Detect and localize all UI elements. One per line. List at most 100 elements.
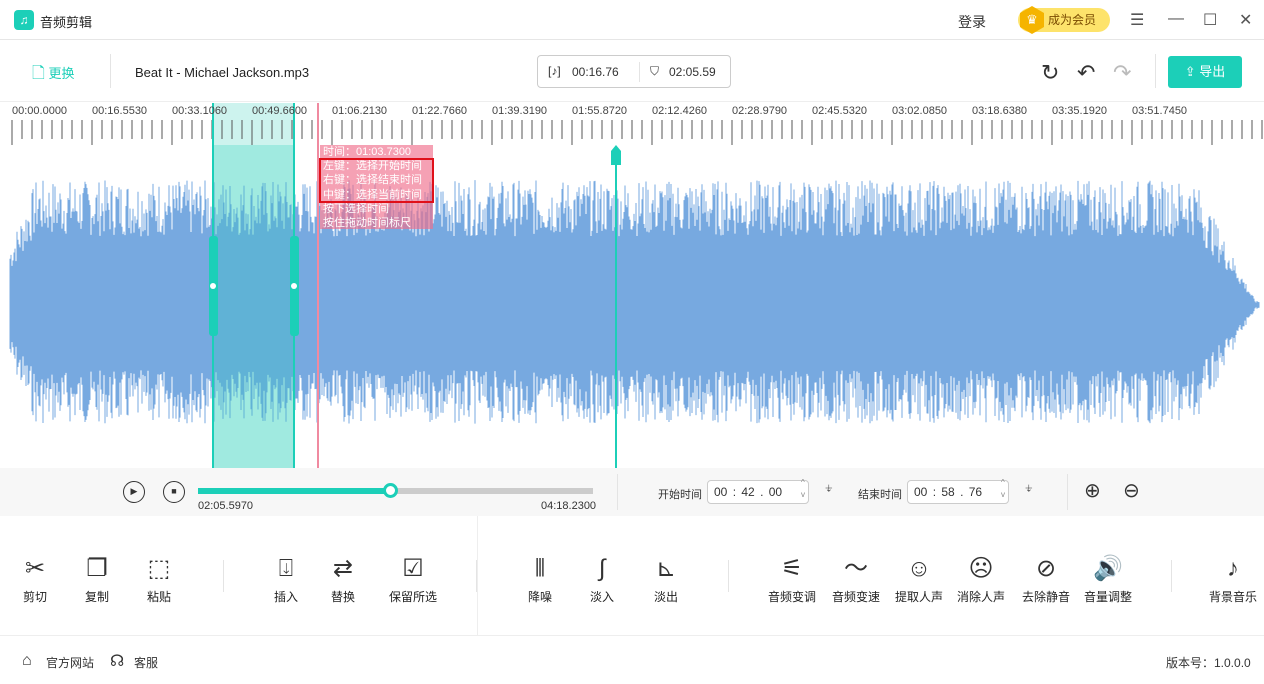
replace-label: 更换 [48,66,75,81]
tool-icon: ♪ [1227,555,1239,582]
edit-tools: ✂ 剪切 ❐ 复制 ⬚ 粘贴 ⍗ 插入 ⇄ 替换 ☑ 保留所选 ⦀ 降噪 ∫ 淡入 ⊾ 淡出 ⚟ 音频变调〜音频变速 ☺… [0,516,1264,636]
tool-icon: 〜 [844,555,868,582]
redo-icon[interactable]: ↷ [1113,60,1131,86]
progress-fill [198,488,391,494]
tool-button[interactable]: ⬚ 粘贴 [124,554,194,605]
start-time-label: 开始时间 [658,489,702,501]
undo-icon[interactable]: ↶ [1077,60,1095,86]
tool-button[interactable]: ⊾ 淡出 [631,554,701,605]
tool-label: 音频变速 [831,590,880,604]
tool-icon: 🔊 [1093,555,1123,582]
set-end-marker-icon[interactable]: ⍖ [1024,480,1034,498]
tool-button[interactable]: ⊘ 去除静音 [1011,554,1081,605]
playback-position: 02:05.5970 [198,500,254,512]
tool-label: 替换 [330,590,355,604]
music-file-icon: 🗋 [32,65,45,82]
progress-slider[interactable] [198,483,593,498]
waveform-area[interactable] [0,103,1264,468]
tool-button[interactable]: 〜音频变速 [821,554,891,605]
selection-length: 00:16.76 [572,65,619,79]
hint-line: 按下选择时间 [323,202,389,215]
tool-button[interactable]: ❐ 复制 [62,554,132,605]
playhead-handle[interactable] [611,145,621,165]
hint-line: 按住拖动时间标尺 [323,217,411,230]
tool-icon: ☑ [402,555,424,582]
time-ruler[interactable]: 00:00.0000 00:16.5530 00:33.1060 00:49.6600… [0,103,1264,145]
time-info: [♪] 00:16.76 ⛉ 02:05.59 [537,55,731,88]
ruler-label: 03:02.0850 [892,105,948,117]
toolbar: 🗋 更换 Beat It - Michael Jackson.mp3 [♪] 0… [0,40,1264,102]
tool-icon: ∫ [598,555,606,582]
replace-button[interactable]: 🗋 更换 [32,62,75,89]
menu-icon[interactable]: ☰ [1130,10,1144,30]
tool-label: 剪切 [22,590,47,604]
hint-highlight-box [319,158,434,203]
ruler-label: 01:55.8720 [572,105,628,117]
tool-button[interactable]: ☹ 消除人声 [946,554,1016,605]
playback-duration: 04:18.2300 [541,500,597,512]
close-icon[interactable]: ✕ [1239,10,1252,30]
title-bar: ♫ 音频剪辑 登录 ♛ 成为会员 ☰ — ☐ ✕ [0,0,1264,40]
current-time: 02:05.59 [669,65,716,79]
tool-icon: ⊘ [1035,555,1057,582]
tool-icon: ❐ [86,555,108,582]
tool-button[interactable]: ∫ 淡入 [567,554,637,605]
tool-button[interactable]: ✂ 剪切 [0,554,70,605]
tool-icon: ✂ [24,555,46,582]
zoom-out-icon[interactable]: ⊖ [1123,478,1140,503]
ruler-label: 03:18.6380 [972,105,1028,117]
end-time-label: 结束时间 [858,489,902,501]
tool-label: 去除静音 [1021,590,1070,604]
file-name: Beat It - Michael Jackson.mp3 [135,65,310,80]
tool-icon: ⊾ [655,555,677,582]
ruler-label: 01:39.3190 [492,105,548,117]
version-label: 版本号：1.0.0.0 [1166,656,1251,670]
tool-icon: ⇄ [332,555,354,582]
tool-icon: ☺ [906,555,932,582]
vip-button[interactable]: ♛ 成为会员 [1018,6,1110,34]
crown-icon: ♛ [1020,6,1044,34]
tool-button[interactable]: ⇄ 替换 [308,554,378,605]
ruler-label: 00:49.6600 [252,105,308,117]
tool-button[interactable]: ♪ 背景音乐 [1198,554,1264,605]
tool-label: 复制 [84,590,109,604]
tool-label: 音频变调 [767,590,816,604]
play-button[interactable]: ▶ [123,481,145,503]
set-start-marker-icon[interactable]: ⍖ [824,480,834,498]
maximize-icon[interactable]: ☐ [1203,10,1217,30]
tool-button[interactable]: ☑ 保留所选 [378,554,448,605]
start-time-input[interactable]: 00 : 42 . 00 ^ v [707,478,809,504]
waveform [9,180,1260,424]
website-link[interactable]: 官方网站 [46,654,94,671]
refresh-icon[interactable]: ↻ [1041,60,1059,86]
tool-label: 背景音乐 [1208,590,1257,604]
tool-button[interactable]: 🔊 音量调整 [1073,554,1143,605]
tool-label: 淡出 [653,590,678,604]
ruler-label: 02:45.5320 [812,105,868,117]
tool-button[interactable]: ⦀ 降噪 [505,554,575,605]
zoom-in-icon[interactable]: ⊕ [1084,478,1101,503]
tool-icon: ⬚ [147,555,171,582]
login-button[interactable]: 登录 [958,12,986,32]
minimize-icon[interactable]: — [1168,10,1184,28]
ruler-label: 00:33.1060 [172,105,228,117]
tool-label: 粘贴 [146,590,171,604]
tool-icon: ☹ [968,555,994,582]
end-time-input[interactable]: 00 : 58 . 76 ^ v [907,478,1009,504]
upload-icon: ⇪ [1184,64,1196,79]
ruler-label: 00:16.5530 [92,105,148,117]
service-link[interactable]: 客服 [134,654,158,671]
playback-controls: ▶ ■ 02:05.5970 04:18.2300 开始时间 00 : 42 .… [0,468,1264,516]
tool-button[interactable]: ⚟ 音频变调 [757,554,827,605]
vip-label: 成为会员 [1048,13,1097,27]
tool-button[interactable]: ☺ 提取人声 [884,554,954,605]
tool-label: 降噪 [527,590,552,604]
export-button[interactable]: ⇪ 导出 [1168,56,1242,88]
tool-label: 消除人声 [956,590,1005,604]
tool-icon: ⦀ [534,555,546,582]
progress-handle[interactable] [383,483,399,498]
app-logo-icon: ♫ [14,10,34,30]
tool-label: 保留所选 [388,590,437,604]
tool-icon: ⚟ [781,555,803,582]
stop-button[interactable]: ■ [163,481,185,503]
